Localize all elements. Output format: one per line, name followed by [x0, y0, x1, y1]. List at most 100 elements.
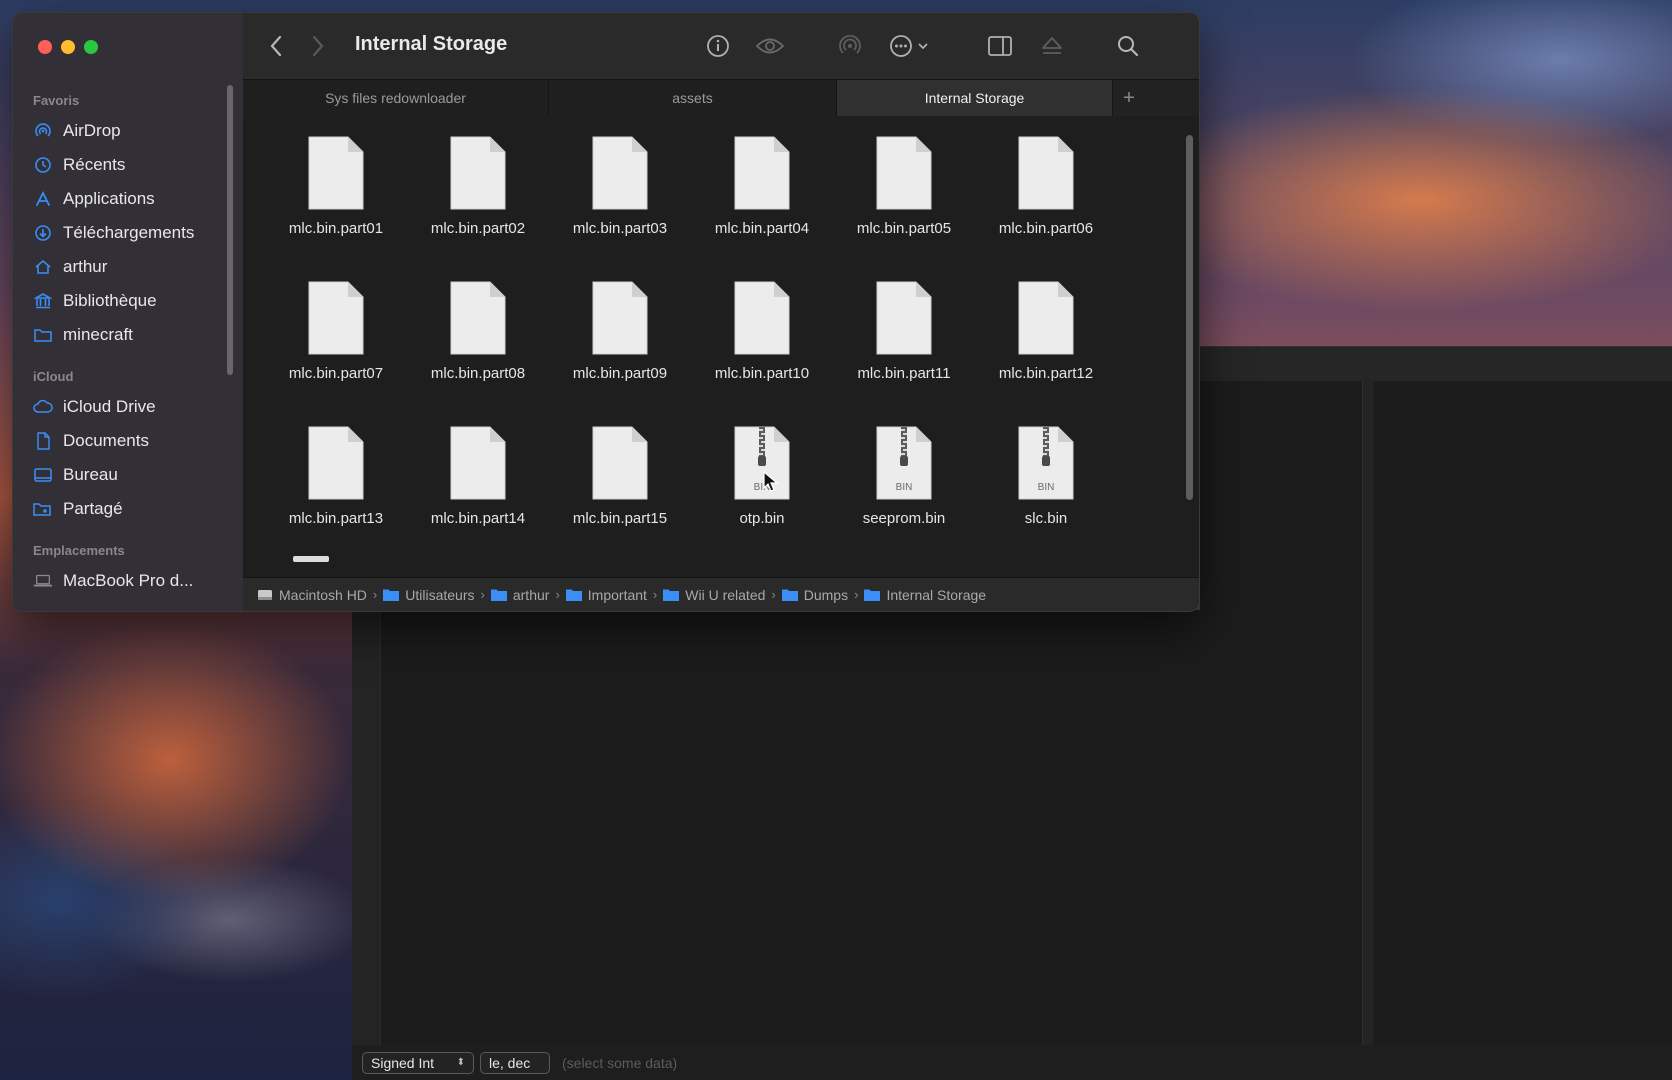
chevron-down-icon [918, 43, 928, 50]
document-file-icon [308, 281, 364, 355]
home-icon [33, 257, 53, 277]
sidebar-item-label: MacBook Pro d... [63, 571, 194, 590]
sidebar-item-icloud-drive[interactable]: iCloud Drive [33, 393, 156, 421]
sidebar-item-label: Bureau [63, 465, 118, 484]
data-type-select[interactable]: Signed Int ⬍ [362, 1051, 474, 1074]
path-crumb-label: Utilisateurs [405, 586, 475, 603]
eject-button[interactable] [1037, 31, 1067, 61]
file-item[interactable]: mlc.bin.part12 [975, 281, 1117, 426]
airdrop-share-button[interactable] [835, 31, 865, 61]
sidebar-item-airdrop[interactable]: AirDrop [33, 117, 121, 145]
file-name: mlc.bin.part03 [572, 220, 668, 237]
file-item[interactable]: BIN otp.bin [691, 426, 833, 571]
file-item[interactable]: mlc.bin.part02 [407, 136, 549, 281]
document-file-icon [592, 281, 648, 355]
updown-icon: ⬍ [456, 1057, 465, 1068]
sidebar-item-documents[interactable]: Documents [33, 427, 149, 455]
path-crumb[interactable]: Important [565, 587, 647, 603]
endianness-value: le, dec [489, 1054, 531, 1071]
file-name: mlc.bin.part05 [856, 220, 952, 237]
folder-icon [383, 588, 400, 601]
folder-icon [490, 588, 507, 601]
file-name: mlc.bin.part07 [288, 365, 384, 382]
chevron-left-icon [270, 35, 282, 57]
content-scrollbar[interactable] [1186, 135, 1193, 500]
path-crumb[interactable]: Utilisateurs [383, 586, 475, 603]
path-crumb-label: Dumps [803, 586, 849, 603]
zoom-button[interactable] [84, 40, 98, 54]
sidebar-item-label: Téléchargements [63, 223, 195, 242]
file-item[interactable]: mlc.bin.part06 [975, 136, 1117, 281]
sidebar-item-r-cents[interactable]: Récents [33, 151, 125, 179]
tab-assets[interactable]: assets [549, 80, 837, 116]
file-item[interactable]: mlc.bin.part13 [265, 426, 407, 571]
document-icon [33, 431, 53, 451]
file-name: mlc.bin.part12 [998, 365, 1094, 382]
file-name: mlc.bin.part04 [714, 220, 810, 237]
file-item[interactable]: mlc.bin.part08 [407, 281, 549, 426]
file-item[interactable]: mlc.bin.part10 [691, 281, 833, 426]
more-actions-button[interactable] [885, 31, 933, 61]
path-crumb[interactable]: Wii U related [663, 587, 765, 603]
file-grid-area: mlc.bin.part01 mlc.bin.part02 mlc.bin.pa… [243, 116, 1199, 591]
sidebar-item-partag[interactable]: Partagé [33, 495, 123, 523]
chevron-right-icon: › [771, 587, 776, 602]
file-item[interactable]: mlc.bin.part15 [549, 426, 691, 571]
window-controls [38, 40, 98, 54]
file-name: mlc.bin.part13 [288, 510, 384, 527]
document-file-icon [876, 281, 932, 355]
file-item[interactable]: mlc.bin.part03 [549, 136, 691, 281]
path-crumb[interactable]: Dumps [781, 586, 849, 603]
quicklook-button[interactable] [753, 31, 787, 61]
sidebar-item-macbook-pro-d[interactable]: MacBook Pro d... [33, 567, 193, 595]
document-file-icon [1018, 136, 1074, 210]
sidebar-section-title: Favoris [33, 93, 80, 108]
file-item[interactable]: mlc.bin.part14 [407, 426, 549, 571]
hex-editor-status-bar: Signed Int ⬍ le, dec (select some data) [352, 1045, 1672, 1080]
file-name: mlc.bin.part14 [430, 510, 526, 527]
airdrop-icon [33, 121, 53, 141]
info-button[interactable] [703, 31, 733, 61]
chevron-right-icon: › [372, 587, 378, 602]
document-file-icon [308, 426, 364, 500]
file-item[interactable]: mlc.bin.part09 [549, 281, 691, 426]
minimize-button[interactable] [61, 40, 75, 54]
sidebar-item-applications[interactable]: Applications [33, 185, 155, 213]
file-item[interactable]: mlc.bin.part04 [691, 136, 833, 281]
folder-icon [33, 325, 53, 345]
sidebar-item-bureau[interactable]: Bureau [33, 461, 118, 489]
file-name: mlc.bin.part02 [430, 220, 526, 237]
file-item[interactable]: mlc.bin.part05 [833, 136, 975, 281]
file-item[interactable]: BIN seeprom.bin [833, 426, 975, 571]
close-button[interactable] [38, 40, 52, 54]
sidebar-item-label: minecraft [63, 325, 133, 344]
path-crumb-label: arthur [512, 586, 550, 603]
applications-icon [33, 189, 53, 209]
sidebar-item-minecraft[interactable]: minecraft [33, 321, 133, 349]
file-item[interactable]: mlc.bin.part01 [265, 136, 407, 281]
document-file-icon [450, 136, 506, 210]
path-crumb-label: Macintosh HD [279, 586, 367, 603]
search-button[interactable] [1113, 31, 1143, 61]
back-button[interactable] [263, 31, 289, 61]
hex-editor-divider[interactable] [1362, 380, 1373, 1045]
sidebar: Favoris AirDrop Récents Applications Télécha… [13, 13, 244, 611]
sidebar-item-biblioth-que[interactable]: Bibliothèque [33, 287, 157, 315]
new-tab-button[interactable]: + [1113, 80, 1145, 116]
file-name: mlc.bin.part06 [998, 220, 1094, 237]
file-item[interactable]: mlc.bin.part11 [833, 281, 975, 426]
path-crumb[interactable]: Internal Storage [864, 587, 986, 603]
tab-sys-files-redownloader[interactable]: Sys files redownloader [243, 80, 549, 116]
preview-pane-button[interactable] [985, 31, 1015, 61]
finder-window: Favoris AirDrop Récents Applications Télécha… [12, 12, 1200, 612]
sidebar-item-arthur[interactable]: arthur [33, 253, 107, 281]
tab-internal-storage[interactable]: Internal Storage [837, 80, 1113, 116]
path-crumb[interactable]: Macintosh HD [257, 587, 367, 603]
sidebar-scrollbar[interactable] [227, 85, 233, 375]
sidebar-item-t-l-chargements[interactable]: Téléchargements [33, 219, 194, 247]
file-item[interactable]: mlc.bin.part07 [265, 281, 407, 426]
endianness-select[interactable]: le, dec [480, 1051, 550, 1074]
file-item[interactable]: BIN slc.bin [975, 426, 1117, 571]
forward-button[interactable] [305, 31, 331, 61]
path-crumb[interactable]: arthur [490, 586, 550, 603]
